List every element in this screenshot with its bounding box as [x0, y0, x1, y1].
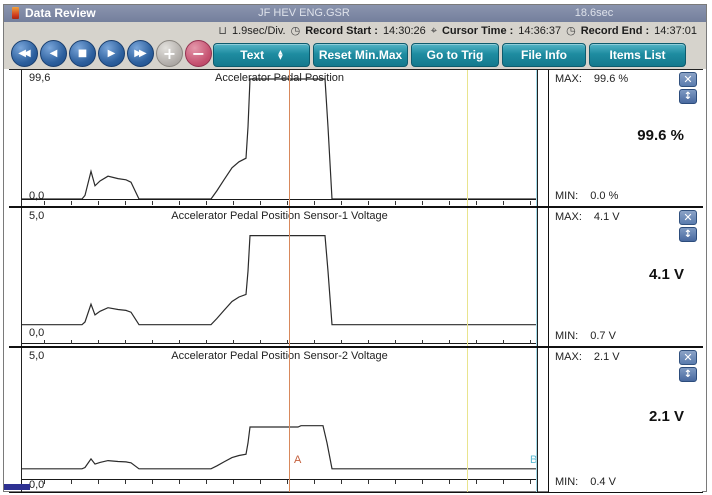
charts-region: Accelerator Pedal Position 99,6 0,0 MAX:… — [9, 69, 703, 491]
cursor-b-line[interactable] — [536, 70, 537, 206]
zoom-out-icon: − — [192, 44, 205, 63]
data-review-window: Data Review JF HEV ENG.GSR 18.6sec ⊔ 1.9… — [3, 4, 707, 492]
step-back-button[interactable]: ◀ — [40, 40, 67, 67]
elapsed-time: 18.6sec — [539, 7, 649, 19]
max-label: MAX: — [555, 211, 582, 223]
stop-icon: ■ — [78, 48, 87, 59]
file-info-button[interactable]: File Info — [502, 43, 586, 67]
waveform-trace — [22, 348, 538, 492]
chart-row-accel-pedal-position: Accelerator Pedal Position 99,6 0,0 MAX:… — [9, 70, 703, 208]
zoom-out-button[interactable]: − — [185, 40, 212, 67]
text-mode-label: Text — [240, 48, 264, 62]
scale-min-label: 0,0 — [29, 327, 44, 339]
move-channel-icon[interactable]: ↕ — [679, 367, 697, 382]
fast-forward-icon: ▶▶ — [134, 48, 143, 59]
zero-axis — [22, 199, 537, 200]
loaded-file-name: JF HEV ENG.GSR — [199, 7, 409, 19]
cursor-b-line[interactable] — [536, 208, 537, 346]
scale-max-label: 5,0 — [29, 210, 44, 222]
chart-title: Accelerator Pedal Position Sensor-2 Volt… — [22, 350, 537, 362]
waveform-trace — [22, 70, 538, 206]
zoom-in-button[interactable]: + — [156, 40, 183, 67]
cursor-trigger-line[interactable] — [467, 70, 468, 206]
chart-plot[interactable]: Accelerator Pedal Position 99,6 0,0 — [21, 70, 538, 206]
cursor-crosshair-icon: ⌖ — [431, 24, 437, 38]
max-label: MAX: — [555, 351, 582, 363]
min-value: 0.0 % — [590, 190, 618, 202]
current-reading: 99.6 % — [637, 127, 684, 144]
cursor-time-value: 14:36:37 — [518, 25, 561, 37]
record-end-value: 14:37:01 — [654, 25, 697, 37]
min-label: MIN: — [555, 476, 578, 488]
play-icon: ▶ — [108, 48, 116, 59]
cursor-time-label: Cursor Time : — [442, 25, 513, 37]
value-panel: MAX: 4.1 V 4.1 V MIN: 0.7 V ✕ ↕ — [548, 208, 702, 346]
current-reading: 2.1 V — [649, 408, 684, 425]
reset-minmax-button[interactable]: Reset Min.Max — [313, 43, 408, 67]
value-panel: MAX: 2.1 V 2.1 V MIN: 0.4 V ✕ ↕ — [548, 348, 702, 492]
cursor-a-line[interactable] — [289, 70, 290, 206]
playback-controls: ◀◀◀■▶▶▶+− — [11, 40, 212, 67]
time-per-div: 1.9sec/Div. — [232, 25, 286, 37]
cursor-b-line[interactable] — [536, 348, 537, 492]
chart-plot[interactable]: Accelerator Pedal Position Sensor-1 Volt… — [21, 208, 538, 346]
current-reading: 4.1 V — [649, 266, 684, 283]
min-label: MIN: — [555, 330, 578, 342]
chart-title: Accelerator Pedal Position — [22, 72, 537, 84]
clock-icon: ◷ — [566, 24, 576, 37]
page-title: Data Review — [25, 6, 96, 20]
play-button[interactable]: ▶ — [98, 40, 125, 67]
scale-min-label: 0,0 — [29, 479, 44, 491]
chart-plot[interactable]: Accelerator Pedal Position Sensor-2 Volt… — [21, 348, 538, 492]
app-icon — [12, 7, 19, 19]
fast-forward-button[interactable]: ▶▶ — [127, 40, 154, 67]
toolbar: ◀◀◀■▶▶▶+− Text ▲▼ Reset Min.Max Go to Tr… — [4, 39, 706, 69]
record-start-label: Record Start : — [305, 25, 378, 37]
zoom-in-icon: + — [163, 44, 176, 63]
min-label: MIN: — [555, 190, 578, 202]
chart-title: Accelerator Pedal Position Sensor-1 Volt… — [22, 210, 537, 222]
step-back-icon: ◀ — [50, 48, 58, 59]
spinner-icon: ▲▼ — [278, 50, 283, 60]
title-bar: Data Review JF HEV ENG.GSR 18.6sec — [4, 5, 706, 22]
waveform-trace — [22, 208, 538, 346]
chart-row-sensor1-voltage: Accelerator Pedal Position Sensor-1 Volt… — [9, 208, 703, 348]
record-start-value: 14:30:26 — [383, 25, 426, 37]
go-to-trig-button[interactable]: Go to Trig — [411, 43, 499, 67]
record-end-label: Record End : — [581, 25, 649, 37]
min-value: 0.7 V — [590, 330, 616, 342]
stop-button[interactable]: ■ — [69, 40, 96, 67]
move-channel-icon[interactable]: ↕ — [679, 89, 697, 104]
cursor-a-line[interactable] — [289, 348, 290, 492]
record-info-bar: ⊔ 1.9sec/Div. ◷ Record Start : 14:30:26 … — [4, 22, 706, 39]
cursor-a-label: A — [294, 454, 301, 466]
close-channel-icon[interactable]: ✕ — [679, 350, 697, 365]
fast-rewind-icon: ◀◀ — [18, 48, 27, 59]
min-value: 0.4 V — [590, 476, 616, 488]
scale-max-label: 5,0 — [29, 350, 44, 362]
scale-max-label: 99,6 — [29, 72, 50, 84]
items-list-button[interactable]: Items List — [589, 43, 686, 67]
fast-rewind-button[interactable]: ◀◀ — [11, 40, 38, 67]
value-panel: MAX: 99.6 % 99.6 % MIN: 0.0 % ✕ ↕ — [548, 70, 702, 206]
max-label: MAX: — [555, 73, 582, 85]
max-value: 99.6 % — [594, 73, 628, 85]
clock-icon: ◷ — [291, 24, 301, 37]
corner-chip — [4, 484, 30, 490]
close-channel-icon[interactable]: ✕ — [679, 72, 697, 87]
text-mode-button[interactable]: Text ▲▼ — [213, 43, 310, 67]
chart-row-sensor2-voltage: Accelerator Pedal Position Sensor-2 Volt… — [9, 348, 703, 493]
cursor-trigger-line[interactable] — [467, 208, 468, 346]
max-value: 2.1 V — [594, 351, 620, 363]
scale-min-label: 0,0 — [29, 190, 44, 202]
cursor-a-line[interactable] — [289, 208, 290, 346]
cursor-trigger-line[interactable] — [467, 348, 468, 492]
close-channel-icon[interactable]: ✕ — [679, 210, 697, 225]
move-channel-icon[interactable]: ↕ — [679, 227, 697, 242]
div-scale-icon: ⊔ — [218, 24, 227, 37]
max-value: 4.1 V — [594, 211, 620, 223]
